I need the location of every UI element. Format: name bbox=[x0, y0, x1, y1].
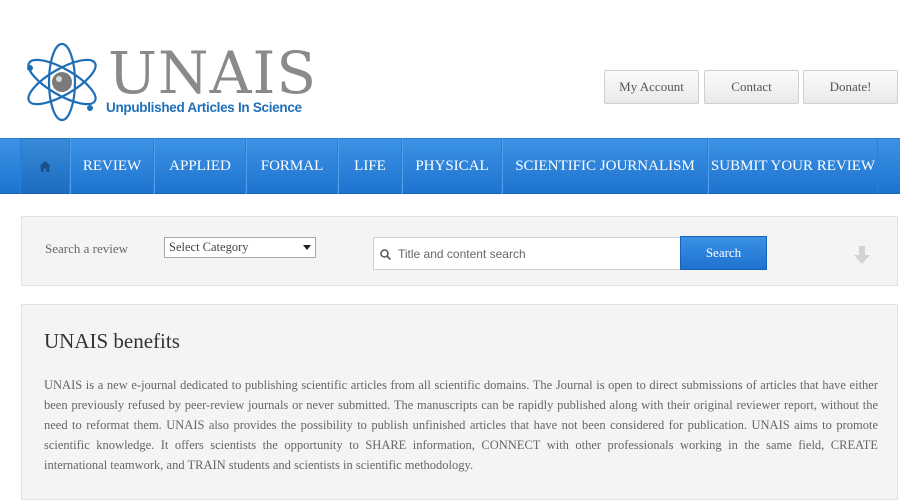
contact-button[interactable]: Contact bbox=[704, 70, 799, 104]
search-panel: Search a review Select Category Title an… bbox=[21, 216, 898, 286]
logo[interactable]: UNAIS Unpublished Articles In Science bbox=[22, 38, 316, 128]
main-nav: REVIEW APPLIED FORMAL LIFE PHYSICAL SCIE… bbox=[0, 138, 900, 194]
atom-logo-icon bbox=[27, 42, 97, 122]
down-arrow-icon[interactable] bbox=[854, 246, 870, 264]
header: UNAIS Unpublished Articles In Science My… bbox=[0, 0, 900, 138]
search-label: Search a review bbox=[45, 241, 129, 256]
nav-item-scientific-journalism[interactable]: SCIENTIFIC JOURNALISM bbox=[502, 138, 708, 194]
search-input-placeholder: Title and content search bbox=[398, 246, 526, 261]
logo-wordmark: UNAIS bbox=[108, 39, 318, 107]
my-account-button[interactable]: My Account bbox=[604, 70, 699, 104]
nav-item-formal[interactable]: FORMAL bbox=[246, 138, 338, 194]
benefits-text: UNAIS is a new e-journal dedicated to pu… bbox=[44, 378, 878, 472]
category-select-value: Select Category bbox=[169, 240, 249, 254]
category-select[interactable]: Select Category bbox=[164, 237, 316, 258]
dropdown-arrow-icon bbox=[303, 245, 311, 250]
nav-item-physical[interactable]: PHYSICAL bbox=[402, 138, 502, 194]
benefits-title: UNAIS benefits bbox=[44, 329, 180, 353]
nav-item-life[interactable]: LIFE bbox=[338, 138, 402, 194]
search-input[interactable]: Title and content search bbox=[373, 237, 681, 270]
nav-item-applied[interactable]: APPLIED bbox=[154, 138, 246, 194]
search-icon bbox=[380, 249, 391, 260]
search-button[interactable]: Search bbox=[680, 236, 767, 270]
nav-item-submit-your-review[interactable]: SUBMIT YOUR REVIEW bbox=[708, 138, 878, 194]
nav-home[interactable] bbox=[20, 138, 70, 194]
logo-tagline: Unpublished Articles In Science bbox=[106, 100, 302, 115]
donate-button[interactable]: Donate! bbox=[803, 70, 898, 104]
benefits-panel: UNAIS benefits UNAIS is a new e-journal … bbox=[21, 304, 898, 500]
nav-item-review[interactable]: REVIEW bbox=[70, 138, 154, 194]
home-icon bbox=[39, 160, 51, 172]
